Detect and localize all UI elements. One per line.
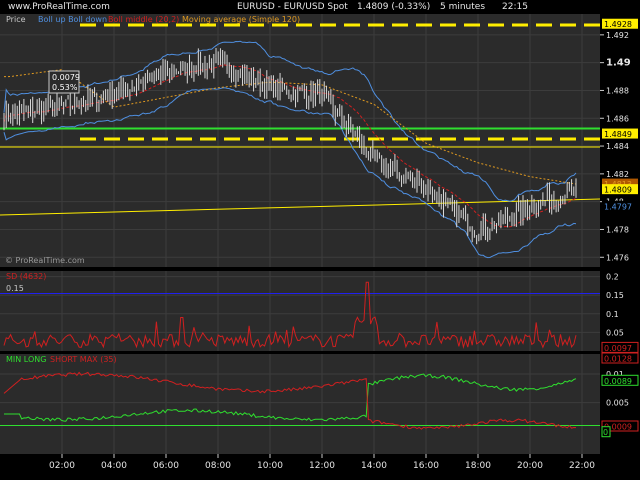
price-axis-label: 1.488 (606, 86, 629, 95)
sd-axis-label: 0.15 (606, 291, 624, 300)
chart-canvas: Price Boll up Boll down Boll middle (20,… (0, 14, 639, 471)
minmax-value-badge-label: 0.0089 (604, 377, 632, 386)
legend-boll-middle: Boll middle (20,2) (108, 15, 179, 24)
minmax-label-red: SHORT MAX (35) (50, 355, 117, 364)
sd-axis-label: 0.2 (606, 273, 619, 282)
minmax-panel: MIN LONG SHORT MAX (35) (0, 354, 600, 454)
footer-copyright: © ProRealTime.com (5, 256, 85, 265)
sd-axis-label: 0.05 (606, 328, 624, 337)
price-level-badge-label: 1.4809 (604, 186, 632, 195)
sd-panel: SD (4632) 0.15 (0, 271, 600, 351)
minmax-zero-badge-label: 0 (603, 428, 608, 437)
sd-value-badge-label: 0.0097 (604, 344, 632, 353)
price-axis-label: 1.482 (606, 170, 629, 179)
price-axis-label: 1.49 (606, 58, 631, 69)
sd-panel-bg (0, 271, 600, 351)
time-axis-label: 12:00 (309, 461, 335, 471)
time-axis-label: 22:00 (569, 461, 595, 471)
minmax-value-badge-label: 0.0128 (604, 355, 632, 364)
time-axis-label: 10:00 (257, 461, 283, 471)
time-axis-label: 04:00 (101, 461, 127, 471)
last-price: 1.4809 (-0.33%) (357, 2, 431, 12)
price-level-badge-label: 1.4797 (604, 202, 632, 211)
price-level-badge-label: 1.4849 (604, 130, 632, 139)
symbol-title: EURUSD - EUR/USD Spot (237, 2, 348, 12)
watermark-url: www.ProRealTime.com (8, 2, 110, 12)
price-axis-label: 1.484 (606, 142, 629, 151)
sd-level-label: 0.15 (6, 284, 24, 293)
time-axis-label: 18:00 (465, 461, 491, 471)
time-axis-label: 14:00 (361, 461, 387, 471)
annotation-percent: 0.53% (52, 83, 78, 92)
legend-price: Price (6, 15, 26, 24)
price-axis-label: 1.492 (606, 31, 629, 40)
period-label: 5 minutes (440, 2, 486, 12)
price-level-badge-label: 1.4928 (604, 20, 632, 29)
minmax-label-green: MIN LONG (6, 355, 46, 364)
price-axis-label: 1.478 (606, 225, 629, 234)
price-axis-label: 1.486 (606, 114, 629, 123)
time-axis-label: 08:00 (205, 461, 231, 471)
price-panel: Price Boll up Boll down Boll middle (20,… (0, 14, 601, 267)
time-axis-label: 02:00 (49, 461, 75, 471)
sd-axis-label: 0.1 (606, 310, 619, 319)
x-axis: 02:00 04:00 06:00 08:00 10:00 12:00 14:00 16:00… (49, 454, 595, 471)
minmax-panel-bg (0, 354, 600, 454)
chart-header: www.ProRealTime.com EURUSD - EUR/USD Spo… (0, 0, 640, 14)
price-axis-label: 1.476 (606, 253, 629, 262)
legend-bollinger: Boll up Boll down (38, 15, 107, 24)
time-label: 22:15 (502, 2, 528, 12)
legend-moving-average: Moving average (Simple 120) (182, 15, 300, 24)
sd-label: SD (4632) (6, 272, 46, 281)
time-axis-label: 20:00 (517, 461, 543, 471)
time-axis-label: 06:00 (153, 461, 179, 471)
annotation-value: 0.0079 (52, 73, 80, 82)
minmax-axis-label: 0.005 (606, 399, 629, 408)
right-axis: 1.4921.491.4881.4861.4841.4821.481.4781.… (600, 18, 639, 439)
time-axis-label: 16:00 (413, 461, 439, 471)
